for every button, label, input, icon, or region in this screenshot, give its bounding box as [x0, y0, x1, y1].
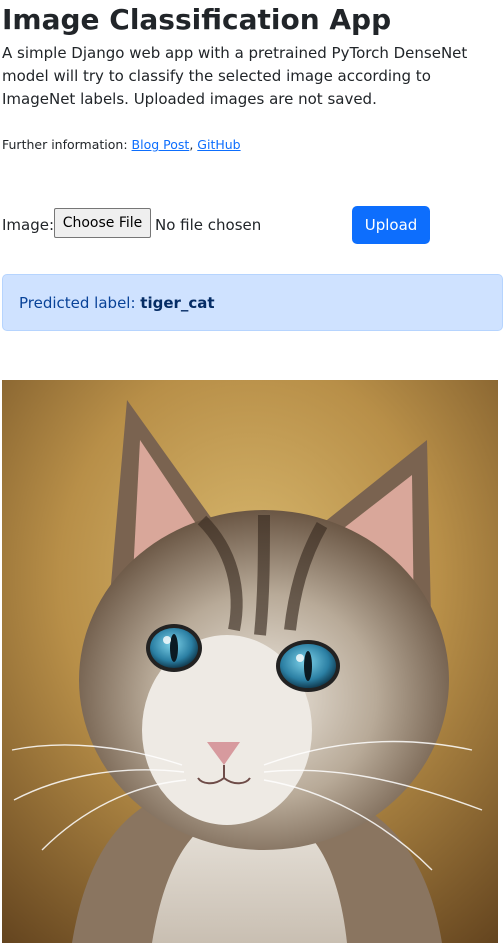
page: Image Classification App A simple Django… — [0, 0, 503, 946]
blog-post-link[interactable]: Blog Post — [132, 137, 190, 152]
upload-form: Image: Choose File No file chosen Upload — [2, 205, 502, 245]
further-info-label: Further information: — [2, 137, 128, 152]
prediction-alert: Predicted label: tiger_cat — [2, 274, 503, 331]
choose-file-button[interactable]: Choose File — [54, 208, 151, 238]
github-link[interactable]: GitHub — [197, 137, 240, 152]
prediction-label: Predicted label: — [19, 294, 136, 312]
upload-button[interactable]: Upload — [352, 206, 430, 244]
image-field-label: Image: — [2, 216, 55, 234]
cat-photo — [2, 380, 498, 943]
link-separator: , — [189, 137, 194, 152]
no-file-chosen-text: No file chosen — [155, 216, 262, 234]
prediction-value: tiger_cat — [140, 294, 215, 312]
page-title: Image Classification App — [2, 3, 392, 36]
further-information: Further information: Blog Post, GitHub — [2, 136, 241, 154]
intro-text: A simple Django web app with a pretraine… — [2, 44, 468, 108]
